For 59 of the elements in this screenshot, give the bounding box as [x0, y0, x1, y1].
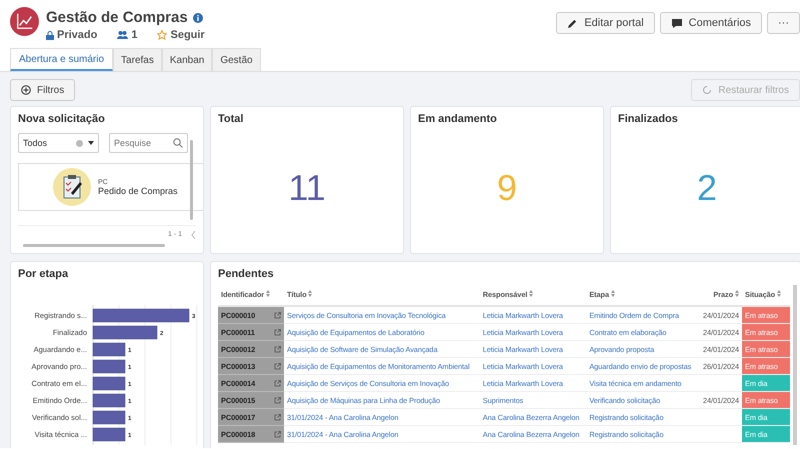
external-link-icon[interactable]	[274, 396, 281, 404]
tab[interactable]: Kanban	[162, 48, 212, 71]
tab[interactable]: Tarefas	[113, 48, 162, 71]
stat-value: 11	[287, 167, 327, 209]
star-icon	[157, 30, 168, 40]
external-link-icon[interactable]	[274, 346, 281, 352]
bar	[92, 326, 158, 340]
bar	[92, 342, 126, 356]
pencil-icon	[567, 18, 578, 28]
sort-icon[interactable]	[610, 290, 615, 297]
search-field[interactable]: Pesquise	[109, 133, 188, 153]
sort-icon[interactable]	[735, 290, 739, 297]
plus-circle-icon	[21, 85, 31, 95]
member-count[interactable]: 1	[117, 29, 138, 41]
tab[interactable]: Abertura e sumário	[10, 48, 114, 71]
card-title: Por etapa	[18, 268, 70, 280]
comments-button[interactable]: Comentários	[660, 12, 762, 34]
search-icon	[173, 138, 183, 148]
bar	[92, 360, 126, 374]
card-title: Pendentes	[218, 268, 275, 280]
bar	[92, 394, 126, 408]
people-icon	[117, 31, 128, 39]
card-title: Nova solicitação	[18, 113, 106, 125]
sort-icon[interactable]	[776, 290, 781, 297]
follow-link[interactable]: Seguir	[157, 29, 205, 41]
tab[interactable]: Gestão	[212, 48, 261, 71]
external-link-icon[interactable]	[274, 312, 281, 318]
external-link-icon[interactable]	[274, 362, 281, 370]
sort-icon[interactable]	[308, 290, 312, 297]
external-link-icon[interactable]	[274, 430, 281, 438]
external-link-icon[interactable]	[274, 414, 281, 420]
bar	[92, 376, 126, 390]
stat-value: 9	[496, 167, 518, 209]
clipboard-icon	[53, 168, 91, 206]
external-link-icon[interactable]	[274, 328, 281, 336]
privacy-label: Privado	[46, 29, 98, 41]
portal-title: Gestão de Compras	[46, 9, 188, 26]
process-name: Pedido de Compras	[98, 186, 178, 196]
lock-icon	[46, 30, 54, 40]
category-dropdown[interactable]: Todos	[18, 133, 99, 153]
chart-logo-icon	[10, 7, 39, 36]
comment-icon	[670, 18, 683, 28]
card-title: Total	[218, 113, 244, 125]
bar	[92, 410, 126, 424]
stat-value: 2	[696, 167, 718, 209]
card-title: Finalizados	[618, 113, 679, 125]
card-title: Em andamento	[418, 113, 498, 125]
sort-icon[interactable]	[529, 290, 534, 297]
external-link-icon[interactable]	[274, 380, 281, 386]
info-icon[interactable]	[192, 12, 203, 22]
sort-icon[interactable]	[266, 290, 270, 297]
more-button[interactable]: ···	[767, 12, 800, 34]
caret-icon	[88, 141, 94, 145]
previous-icon[interactable]	[191, 231, 196, 239]
clear-icon[interactable]	[76, 140, 83, 146]
bar	[92, 428, 126, 442]
edit-portal-button[interactable]: Editar portal	[556, 12, 655, 34]
filters-button[interactable]: Filtros	[10, 79, 76, 101]
refresh-icon	[702, 85, 712, 95]
